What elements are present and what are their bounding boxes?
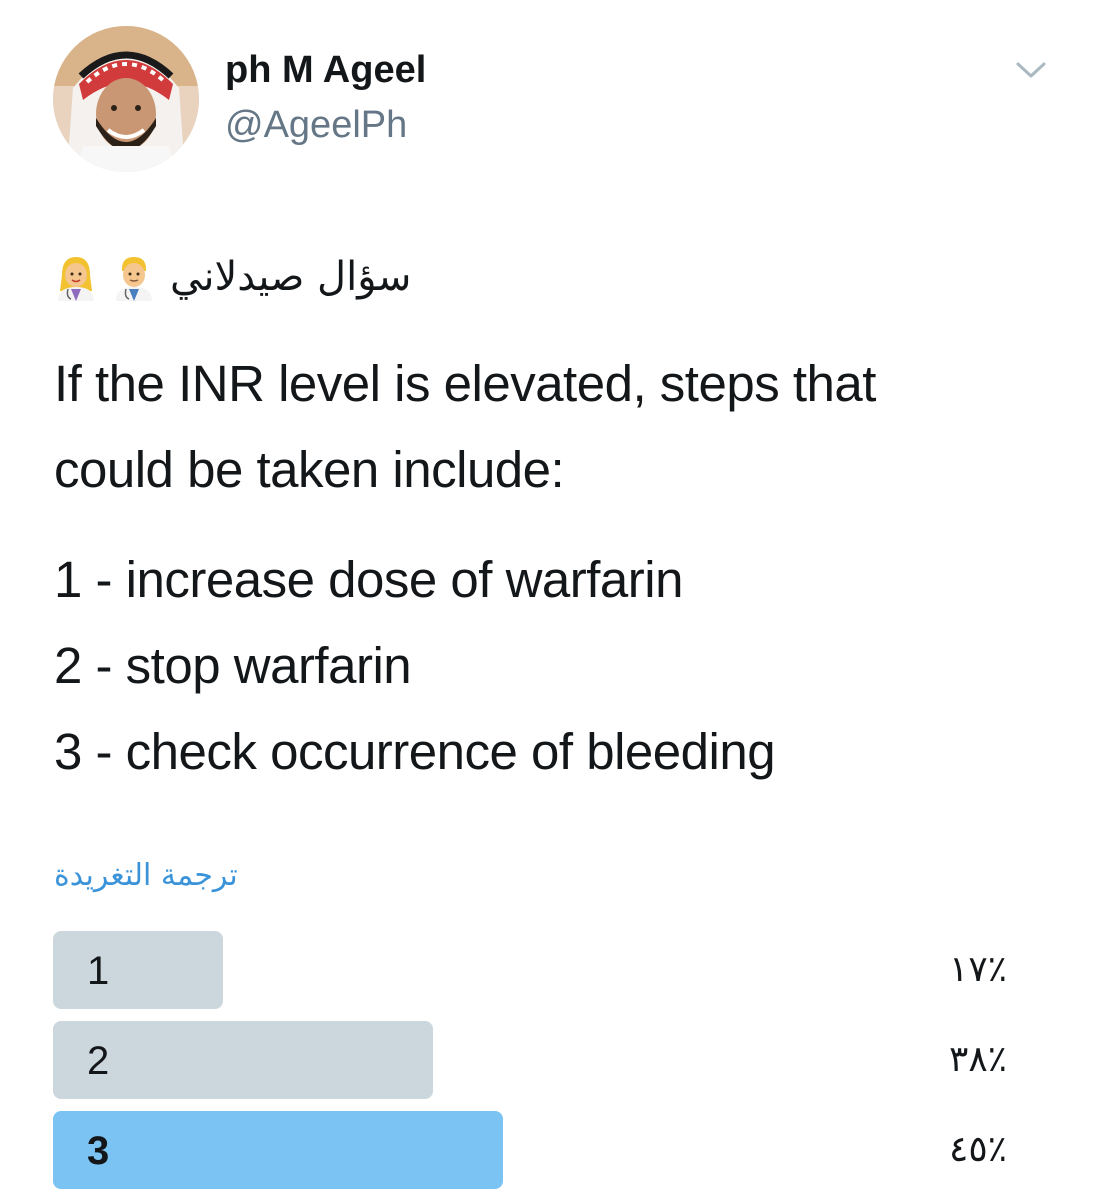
author-display-name[interactable]: ph M Ageel [225, 49, 426, 92]
woman-health-worker-emoji [58, 257, 94, 301]
tweet-list-item: 3 - check occurrence of bleeding [54, 723, 776, 780]
chevron-down-icon [1016, 62, 1046, 78]
tweet-menu-button[interactable] [1006, 50, 1056, 90]
tweet-card: ph M Ageel @AgeelPh سؤال صيدلاني If the … [0, 0, 1096, 1200]
tweet-heading-line: سؤال صيدلاني [54, 244, 417, 310]
tweet-list-item: 2 - stop warfarin [54, 637, 412, 694]
poll-option-label: 2 [87, 1039, 110, 1083]
tweet-text-line: could be taken include: [54, 441, 565, 498]
avatar[interactable] [53, 26, 199, 172]
tweet-arabic-heading: سؤال صيدلاني [170, 254, 412, 300]
poll-bar [53, 1111, 503, 1189]
poll-option-percent: ٪٣٨ [948, 1039, 1007, 1080]
author-handle[interactable]: @AgeelPh [225, 104, 407, 147]
translate-tweet-link[interactable]: ترجمة التغريدة [54, 858, 238, 893]
poll-option-percent: ٪١٧ [948, 949, 1007, 990]
poll-option: 3 ٪٤٥ [53, 1111, 1013, 1191]
tweet-list-item: 1 - increase dose of warfarin [54, 551, 683, 608]
poll-option: 1 ٪١٧ [53, 931, 1013, 1011]
man-health-worker-emoji [116, 257, 152, 301]
poll-bar [53, 1021, 433, 1099]
tweet-text-line: If the INR level is elevated, steps that [54, 355, 876, 412]
avatar-image [53, 26, 199, 172]
poll-option-label: 1 [87, 949, 110, 993]
poll-option: 2 ٪٣٨ [53, 1021, 1013, 1101]
poll-option-label: 3 [87, 1129, 110, 1173]
poll-option-percent: ٪٤٥ [948, 1129, 1007, 1170]
poll-bar [53, 931, 223, 1009]
